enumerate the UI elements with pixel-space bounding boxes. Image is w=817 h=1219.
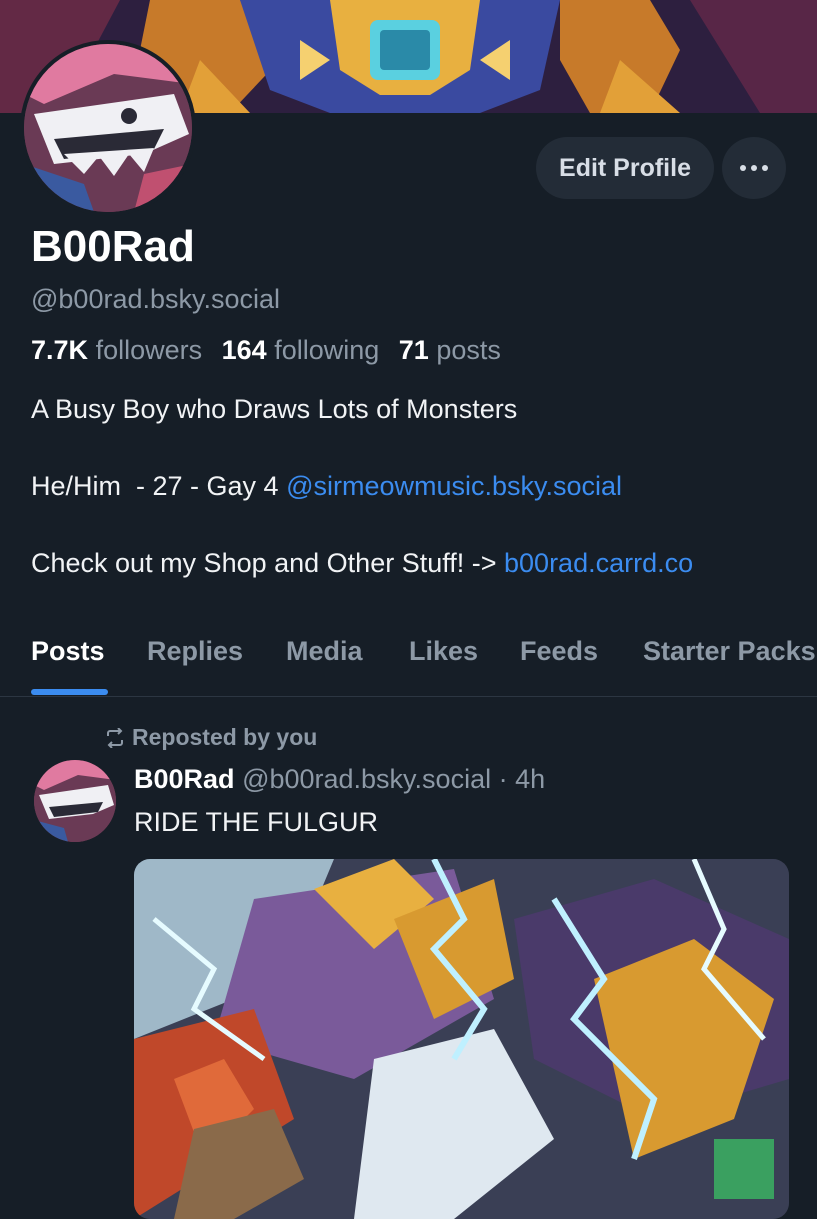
tab-feeds[interactable]: Feeds [520, 636, 598, 667]
posts-label: posts [436, 335, 501, 365]
mention-link[interactable]: @sirmeowmusic.bsky.social [286, 471, 622, 501]
edit-profile-button[interactable]: Edit Profile [536, 137, 714, 199]
following-stat[interactable]: 164 following [222, 335, 380, 365]
repost-indicator: Reposted by you [104, 724, 317, 751]
post-separator: · [498, 764, 508, 794]
tab-likes[interactable]: Likes [409, 636, 478, 667]
post-author-handle[interactable]: @b00rad.bsky.social [242, 764, 491, 794]
post-text: RIDE THE FULGUR [134, 807, 379, 837]
posts-count: 71 [398, 335, 429, 365]
profile-stats: 7.7K followers 164 following 71 posts [31, 335, 501, 366]
profile-display-name: B00Rad [31, 222, 195, 271]
following-count: 164 [221, 335, 267, 365]
followers-count: 7.7K [31, 335, 89, 365]
profile-avatar[interactable] [20, 40, 196, 216]
tab-media[interactable]: Media [286, 636, 363, 667]
ellipsis-icon [740, 165, 768, 171]
bio-line-2: He/Him - 27 - Gay 4 @sirmeowmusic.bsky.s… [31, 471, 622, 502]
tab-posts[interactable]: Posts [31, 636, 105, 667]
active-tab-indicator [31, 689, 108, 695]
followers-label: followers [95, 335, 203, 365]
profile-tabs: Posts Replies Media Likes Feeds Starter … [0, 632, 817, 697]
post-author-avatar[interactable] [34, 760, 116, 842]
repost-icon [107, 727, 123, 748]
avatar-artwork [24, 44, 192, 212]
post-time[interactable]: 4h [515, 764, 545, 794]
bio-line-2-text: He/Him - 27 - Gay 4 [31, 471, 287, 501]
post-author-name[interactable]: B00Rad [134, 764, 235, 794]
following-label: following [274, 335, 380, 365]
post-header: B00Rad @b00rad.bsky.social · 4h [134, 764, 545, 795]
more-options-button[interactable] [722, 137, 786, 199]
post-image-artwork [134, 859, 789, 1219]
profile-handle: @b00rad.bsky.social [31, 284, 281, 314]
tab-replies[interactable]: Replies [147, 636, 243, 667]
repost-label: Reposted by you [132, 724, 318, 750]
bio-line-1: A Busy Boy who Draws Lots of Monsters [31, 394, 518, 424]
bio-line-3: Check out my Shop and Other Stuff! -> b0… [31, 548, 693, 579]
followers-stat[interactable]: 7.7K followers [31, 335, 202, 365]
post-avatar-artwork [34, 760, 116, 842]
bio-line-3-text: Check out my Shop and Other Stuff! -> [31, 548, 505, 578]
tab-starter-packs[interactable]: Starter Packs [643, 636, 816, 667]
posts-stat: 71 posts [399, 335, 501, 365]
website-link[interactable]: b00rad.carrd.co [504, 548, 693, 578]
post-image[interactable] [134, 859, 789, 1219]
